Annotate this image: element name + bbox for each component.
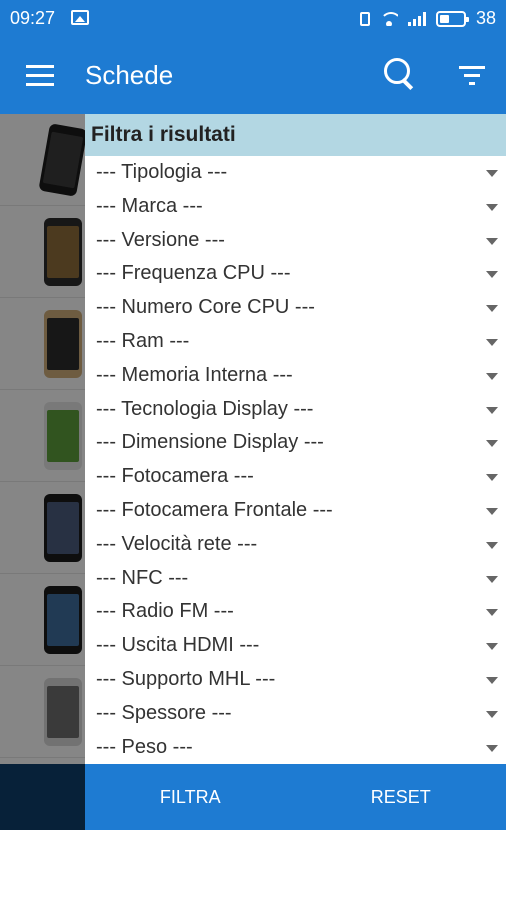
image-notification-icon — [71, 10, 89, 25]
reset-button[interactable]: RESET — [296, 764, 506, 830]
filter-icon[interactable] — [459, 66, 485, 86]
filter-select[interactable]: --- Numero Core CPU --- — [85, 291, 506, 325]
filter-select[interactable]: --- Radio FM --- — [85, 595, 506, 629]
dropdown-arrow-icon — [486, 406, 498, 414]
battery-level: 38 — [475, 8, 496, 28]
filter-select[interactable]: --- Memoria Interna --- — [85, 359, 506, 393]
filter-button[interactable]: FILTRA — [85, 764, 296, 830]
bottom-area — [0, 830, 506, 900]
status-time: 09:27 — [10, 8, 56, 28]
filter-select[interactable]: --- Versione --- — [85, 224, 506, 258]
filter-select-label: --- Spessore --- — [96, 701, 232, 724]
filter-panel-title: Filtra i risultati — [85, 114, 506, 156]
filter-panel: Filtra i risultati --- Tipologia --- --- … — [85, 114, 506, 764]
signal-icon — [407, 11, 426, 26]
filter-select-label: --- Supporto MHL --- — [96, 667, 276, 690]
hamburger-menu-icon[interactable] — [26, 65, 54, 87]
dropdown-arrow-icon — [486, 203, 498, 211]
app-title: Schede — [85, 60, 174, 90]
filter-select-label: --- Tecnologia Display --- — [96, 397, 314, 420]
dropdown-arrow-icon — [486, 372, 498, 380]
dropdown-arrow-icon — [486, 609, 498, 617]
filter-select-label: --- Uscita HDMI --- — [96, 634, 260, 657]
filter-select-label: --- Dimensione Display --- — [96, 431, 324, 454]
filter-select-label: --- Fotocamera --- — [96, 465, 254, 488]
dropdown-arrow-icon — [486, 338, 498, 346]
vibrate-icon — [359, 11, 370, 26]
filter-select[interactable]: --- Dimensione Display --- — [85, 426, 506, 460]
dropdown-arrow-icon — [486, 474, 498, 482]
filter-select[interactable]: --- Fotocamera --- — [85, 460, 506, 494]
filter-select-label: --- Peso --- — [96, 735, 193, 758]
filter-list: --- Tipologia --- --- Marca --- --- Versio… — [85, 156, 506, 764]
filter-select-label: --- Numero Core CPU --- — [96, 296, 315, 319]
dropdown-arrow-icon — [486, 271, 498, 279]
status-bar: 09:27 38 — [0, 0, 506, 38]
filter-select[interactable]: --- Marca --- — [85, 190, 506, 224]
dropdown-arrow-icon — [486, 643, 498, 651]
dropdown-arrow-icon — [486, 507, 498, 515]
filter-select-label: --- Ram --- — [96, 329, 190, 352]
filter-select[interactable]: --- Tipologia --- — [85, 156, 506, 190]
filter-select-label: --- Memoria Interna --- — [96, 363, 293, 386]
filter-select[interactable]: --- Velocità rete --- — [85, 528, 506, 562]
dropdown-arrow-icon — [486, 237, 498, 245]
filter-select-label: --- Marca --- — [96, 194, 203, 217]
filter-select-label: --- Fotocamera Frontale --- — [96, 498, 333, 521]
filter-select-label: --- Frequenza CPU --- — [96, 262, 291, 285]
dropdown-arrow-icon — [486, 575, 498, 583]
dropdown-arrow-icon — [486, 305, 498, 313]
dropdown-arrow-icon — [486, 541, 498, 549]
filter-select[interactable]: --- Peso --- — [85, 731, 506, 765]
dropdown-arrow-icon — [486, 676, 498, 684]
status-icons: 38 — [359, 8, 496, 29]
filter-select[interactable]: --- Fotocamera Frontale --- — [85, 494, 506, 528]
filter-select-label: --- NFC --- — [96, 566, 189, 589]
filter-select-label: --- Tipologia --- — [96, 161, 228, 183]
search-icon[interactable] — [384, 58, 418, 92]
filter-select[interactable]: --- NFC --- — [85, 562, 506, 596]
dropdown-arrow-icon — [486, 440, 498, 448]
filter-select-label: --- Velocità rete --- — [96, 532, 258, 555]
filter-select[interactable]: --- Tecnologia Display --- — [85, 393, 506, 427]
battery-icon — [435, 10, 469, 27]
dropdown-arrow-icon — [486, 170, 498, 177]
filter-select-label: --- Radio FM --- — [96, 600, 234, 623]
filter-select[interactable]: --- Spessore --- — [85, 697, 506, 731]
dropdown-arrow-icon — [486, 710, 498, 718]
filter-select-label: --- Versione --- — [96, 228, 225, 251]
filter-select[interactable]: --- Uscita HDMI --- — [85, 629, 506, 663]
dropdown-arrow-icon — [486, 744, 498, 752]
filter-action-bar: FILTRA RESET — [85, 764, 506, 830]
filter-select[interactable]: --- Ram --- — [85, 325, 506, 359]
app-bar: Schede — [0, 38, 506, 114]
wifi-icon — [379, 11, 398, 26]
filter-select[interactable]: --- Supporto MHL --- — [85, 663, 506, 697]
filter-select[interactable]: --- Frequenza CPU --- — [85, 257, 506, 291]
drawer-scrim[interactable] — [0, 114, 86, 830]
